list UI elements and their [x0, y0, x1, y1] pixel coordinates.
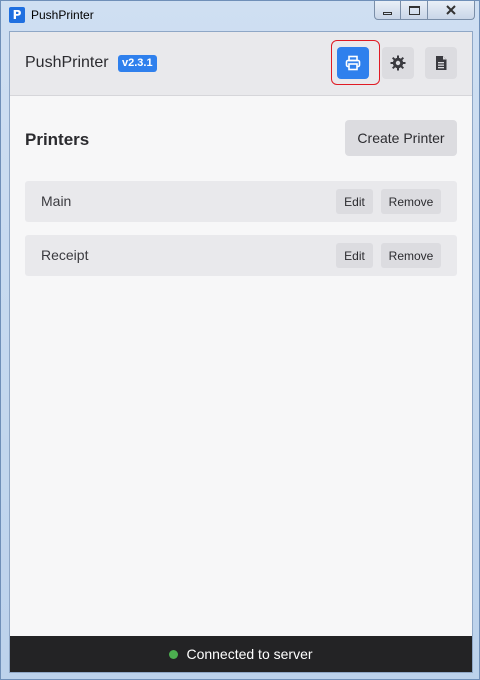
close-icon	[446, 5, 456, 15]
edit-printer-button[interactable]: Edit	[336, 189, 373, 214]
maximize-icon	[408, 5, 420, 15]
version-badge: v2.3.1	[118, 55, 157, 72]
connection-status-dot-icon	[169, 649, 179, 659]
connection-status-text: Connected to server	[186, 646, 313, 662]
create-printer-button[interactable]: Create Printer	[345, 120, 457, 156]
close-button[interactable]	[428, 1, 475, 20]
maximize-button[interactable]	[401, 1, 428, 20]
app-header: PushPrinter v2.3.1	[10, 32, 472, 96]
app-window: P PushPrinter PushPrinter v2.3.1 Printer…	[0, 0, 480, 680]
app-logo-icon: P	[9, 7, 25, 23]
remove-printer-button[interactable]: Remove	[381, 243, 441, 268]
minimize-icon	[383, 11, 392, 15]
brand-name: PushPrinter	[25, 54, 109, 71]
printer-name: Receipt	[41, 247, 89, 263]
printer-row: Receipt Edit Remove	[25, 235, 457, 276]
window-controls	[374, 1, 475, 21]
gear-icon	[390, 55, 406, 71]
edit-printer-button[interactable]: Edit	[336, 243, 373, 268]
printer-name: Main	[41, 193, 72, 209]
settings-nav-button[interactable]	[382, 47, 414, 79]
window-title: PushPrinter	[31, 8, 94, 22]
remove-printer-button[interactable]: Remove	[381, 189, 441, 214]
app-content: PushPrinter v2.3.1 Printers Create Print…	[9, 31, 473, 673]
status-bar: Connected to server	[10, 636, 472, 672]
title-bar[interactable]: P PushPrinter	[1, 1, 479, 29]
document-icon	[436, 56, 447, 70]
printers-nav-button[interactable]	[337, 47, 369, 79]
printers-heading: Printers	[25, 130, 90, 149]
printer-icon	[345, 55, 361, 71]
printer-row: Main Edit Remove	[25, 181, 457, 222]
minimize-button[interactable]	[374, 1, 401, 20]
logs-nav-button[interactable]	[425, 47, 457, 79]
